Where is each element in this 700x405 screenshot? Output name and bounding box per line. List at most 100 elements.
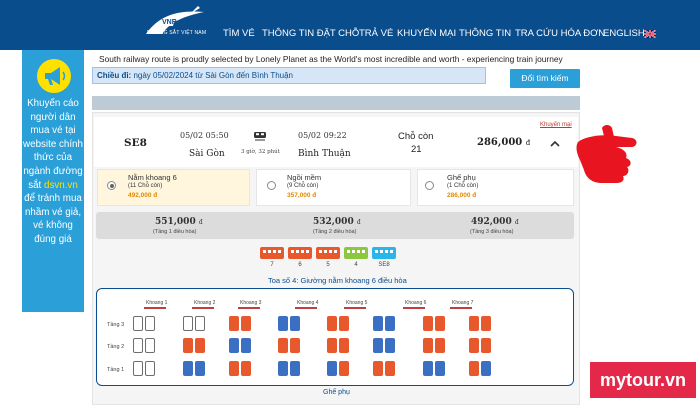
nav-english[interactable]: ENGLISH — [603, 28, 645, 39]
seat-available[interactable] — [278, 361, 288, 376]
tier-row-label: Tầng 2 — [107, 344, 125, 350]
option-1-name: Nằm khoang 6 — [128, 173, 177, 182]
seat-available[interactable] — [229, 338, 239, 353]
compartment-label: Khoang 2 — [194, 300, 216, 306]
train-car-5[interactable] — [316, 247, 340, 259]
nav-khuyen-mai[interactable]: KHUYẾN MẠI — [397, 28, 456, 39]
tier-1-label: (Tầng 1 điều hòa) — [153, 229, 197, 235]
seat-sold — [241, 316, 251, 331]
train-car-number: 7 — [270, 262, 274, 268]
tier-2-price[interactable]: 532,000 đ — [313, 217, 361, 227]
seat-available[interactable] — [373, 316, 383, 331]
tier-2-price-value: 532,000 — [313, 217, 354, 227]
depart-station: Sài Gòn — [189, 149, 225, 159]
option-1-radio[interactable] — [107, 181, 116, 190]
seat-sold — [481, 316, 491, 331]
seats-left-count: 21 — [411, 144, 422, 155]
tagline: South railway route is proudly selected … — [99, 54, 563, 64]
option-3-name: Ghế phụ — [447, 173, 476, 182]
advisory-banner[interactable]: Khuyến cáo người dân mua vé tại website … — [22, 50, 84, 312]
compartment-divider — [144, 307, 166, 309]
tier-1-price[interactable]: 551,000 đ — [155, 217, 203, 227]
option-2-price: 357,000 đ — [287, 192, 317, 199]
seat-sold — [195, 338, 205, 353]
tier-2-price-unit: đ — [356, 219, 361, 226]
logo-caption: ĐƯỜNG SẮT VIỆT NAM — [147, 30, 207, 36]
compartment-divider — [192, 307, 214, 309]
seat-available[interactable] — [423, 361, 433, 376]
tier-3-price-value: 492,000 — [471, 217, 512, 227]
car-windows — [347, 250, 365, 253]
nav-thong-tin-dat-cho[interactable]: THÔNG TIN ĐẶT CHỖ — [262, 28, 359, 39]
option-ghe-phu[interactable] — [417, 169, 574, 206]
train-car-7[interactable] — [260, 247, 284, 259]
compartment-label: Khoang 5 — [346, 300, 368, 306]
trip-duration: 3 giờ, 32 phút — [241, 149, 280, 155]
seat-sold — [423, 316, 433, 331]
nav-tim-ve[interactable]: TÌM VÉ — [223, 28, 255, 39]
results-header-bar — [92, 96, 580, 110]
train-code: SE8 — [124, 137, 147, 149]
tier-3-price[interactable]: 492,000 đ — [471, 217, 519, 227]
seat-empty — [145, 338, 155, 353]
arrive-station: Bình Thuận — [298, 149, 351, 159]
train-car-4[interactable] — [344, 247, 368, 259]
option-2-radio[interactable] — [267, 181, 276, 190]
compartment-divider — [403, 307, 425, 309]
seat-available[interactable] — [373, 338, 383, 353]
seat-sold — [481, 338, 491, 353]
compartment-divider — [450, 307, 472, 309]
nav-thong-tin[interactable]: THÔNG TIN — [459, 28, 511, 39]
train-car-number: 6 — [298, 262, 302, 268]
mytour-watermark: mytour.vn — [590, 362, 696, 398]
compartment-divider — [295, 307, 317, 309]
seat-available[interactable] — [241, 338, 251, 353]
route-label: Chiều đi: — [97, 71, 132, 80]
train-car-SE8[interactable] — [372, 247, 396, 259]
seat-sold — [183, 338, 193, 353]
seat-available[interactable] — [481, 361, 491, 376]
promo-link[interactable]: Khuyến mại — [540, 122, 572, 128]
seat-sold — [327, 338, 337, 353]
seat-available[interactable] — [290, 361, 300, 376]
seat-available[interactable] — [278, 316, 288, 331]
compartment-label: Khoang 1 — [146, 300, 168, 306]
train-car-6[interactable] — [288, 247, 312, 259]
seat-sold — [435, 316, 445, 331]
seat-empty — [133, 316, 143, 331]
tier-1-price-value: 551,000 — [155, 217, 196, 227]
advisory-line-1: Khuyến cáo người dân mua vé tại website … — [23, 98, 83, 191]
uk-flag-icon[interactable] — [644, 30, 656, 38]
train-price-value: 286,000 — [477, 137, 523, 148]
train-car-number: 5 — [326, 262, 330, 268]
seat-available[interactable] — [195, 361, 205, 376]
nav-tra-ve[interactable]: TRẢ VÉ — [359, 28, 393, 39]
option-3-price: 286,000 đ — [447, 192, 477, 199]
compartment-label: Khoang 4 — [297, 300, 319, 306]
pointing-hand-icon — [576, 125, 637, 183]
seat-available[interactable] — [183, 361, 193, 376]
ghe-phu-section-label: Ghế phụ — [323, 389, 350, 396]
change-search-button[interactable]: Đổi tìm kiếm — [510, 69, 580, 88]
seat-available[interactable] — [385, 338, 395, 353]
seat-sold — [229, 316, 239, 331]
nav-tra-cuu-hoa-don[interactable]: TRA CỨU HÓA ĐƠN — [515, 28, 605, 39]
compartment-label: Khoang 6 — [405, 300, 427, 306]
tier-row-label: Tầng 1 — [107, 367, 125, 373]
seat-sold — [339, 338, 349, 353]
compartment-divider — [238, 307, 260, 309]
tier-2-label: (Tầng 2 điều hòa) — [313, 229, 357, 235]
seat-available[interactable] — [327, 361, 337, 376]
seat-sold — [373, 361, 383, 376]
seat-available[interactable] — [435, 361, 445, 376]
option-3-availability: (1 Chỗ còn) — [447, 183, 479, 189]
chevron-up-icon[interactable] — [550, 140, 560, 148]
arrive-time: 05/02 09:22 — [298, 131, 347, 140]
option-ngoi-mem[interactable] — [256, 169, 411, 206]
option-3-radio[interactable] — [425, 181, 434, 190]
seat-available[interactable] — [290, 316, 300, 331]
seat-available[interactable] — [385, 316, 395, 331]
seat-sold — [327, 316, 337, 331]
train-price-currency: đ — [525, 139, 531, 147]
vnr-logo-icon[interactable]: VNR — [140, 4, 210, 46]
